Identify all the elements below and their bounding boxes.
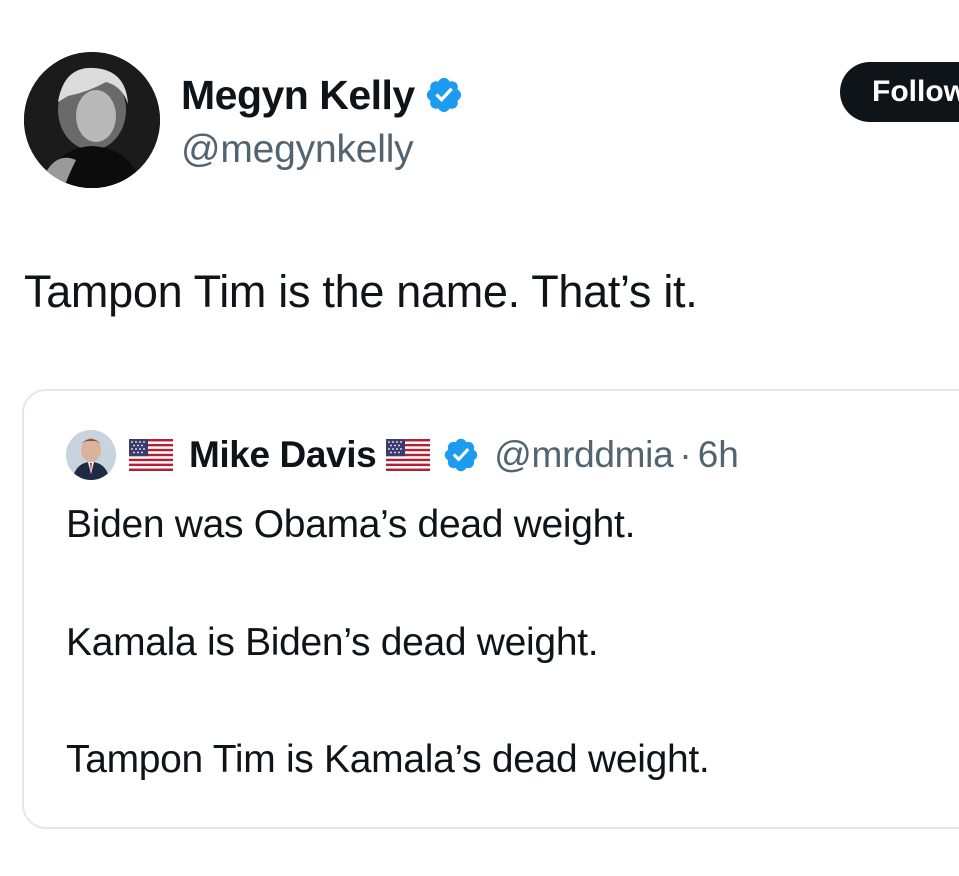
follow-button[interactable]: Follow	[840, 62, 959, 122]
quoted-author-avatar[interactable]	[66, 430, 116, 480]
author-handle[interactable]: @megynkelly	[181, 128, 414, 172]
author-avatar[interactable]	[24, 52, 160, 188]
us-flag-icon	[129, 439, 173, 471]
us-flag-icon	[386, 439, 431, 471]
verified-badge-icon[interactable]	[424, 75, 464, 115]
quoted-tweet-card[interactable]: Mike Davis @mrddmia · 6h Biden was Obama…	[22, 389, 959, 829]
quoted-tweet-timestamp[interactable]: 6h	[698, 434, 739, 476]
quoted-tweet-line: Biden was Obama’s dead weight.	[66, 503, 636, 546]
avatar-image	[24, 52, 160, 188]
quoted-tweet-line: Tampon Tim is Kamala’s dead weight.	[66, 738, 710, 781]
author-display-name[interactable]: Megyn Kelly	[181, 72, 415, 119]
tweet-text: Tampon Tim is the name. That’s it.	[24, 266, 698, 317]
quoted-author-handle[interactable]: @mrddmia	[494, 434, 673, 476]
author-name-row: Megyn Kelly	[181, 70, 464, 120]
verified-badge-icon[interactable]	[442, 436, 480, 474]
quoted-tweet-header: Mike Davis @mrddmia · 6h	[66, 428, 739, 482]
quoted-author-name[interactable]: Mike Davis	[189, 434, 377, 476]
separator-dot: ·	[679, 434, 692, 475]
quoted-tweet-line: Kamala is Biden’s dead weight.	[66, 621, 599, 664]
